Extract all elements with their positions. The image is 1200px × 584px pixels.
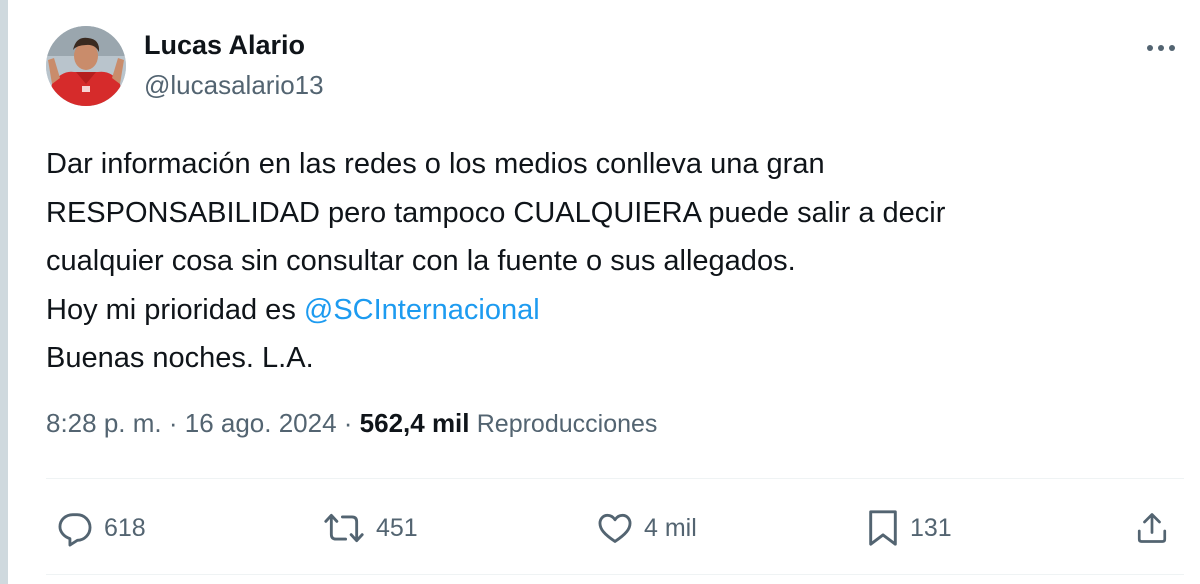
tweet-line: Dar información en las redes o los medio… bbox=[46, 148, 825, 180]
tweet-line: cualquier cosa sin consultar con la fuen… bbox=[46, 245, 796, 277]
mention-link[interactable]: @SCInternacional bbox=[304, 294, 540, 326]
user-handle[interactable]: @lucasalario13 bbox=[144, 70, 324, 101]
meta-separator: · bbox=[336, 408, 360, 438]
tweet-metadata: 8:28 p. m. · 16 ago. 2024 · 562,4 mil Re… bbox=[46, 408, 657, 439]
like-count: 4 mil bbox=[644, 513, 697, 542]
views-label: Reproducciones bbox=[476, 410, 658, 438]
like-button[interactable]: 4 mil bbox=[596, 506, 697, 550]
more-horizontal-icon bbox=[1147, 45, 1175, 51]
bookmark-button[interactable]: 131 bbox=[866, 506, 952, 550]
bookmark-count: 131 bbox=[910, 513, 952, 542]
display-name[interactable]: Lucas Alario bbox=[144, 30, 305, 61]
heart-icon bbox=[598, 513, 632, 543]
bookmark-icon bbox=[869, 510, 897, 546]
tweet-line: RESPONSABILIDAD pero tampoco CUALQUIERA … bbox=[46, 196, 946, 229]
share-icon bbox=[1137, 513, 1167, 543]
reply-button[interactable]: 618 bbox=[56, 506, 146, 550]
left-border bbox=[0, 0, 8, 584]
tweet-text: Dar información en las redes o los medio… bbox=[46, 140, 1156, 383]
repost-icon bbox=[324, 513, 364, 543]
meta-separator: · bbox=[161, 408, 185, 438]
share-button[interactable] bbox=[1134, 506, 1170, 550]
tweet-line: Hoy mi prioridad es @SCInternacional bbox=[46, 286, 1156, 335]
more-options-button[interactable] bbox=[1138, 30, 1184, 66]
divider bbox=[46, 478, 1184, 479]
tweet-line: Buenas noches. L.A. bbox=[46, 342, 314, 374]
repost-button[interactable]: 451 bbox=[322, 506, 418, 550]
reply-icon bbox=[58, 513, 92, 547]
tweet-time[interactable]: 8:28 p. m. bbox=[46, 408, 162, 438]
tweet-card: Lucas Alario @lucasalario13 Dar informac… bbox=[0, 0, 1200, 584]
avatar[interactable] bbox=[46, 26, 126, 106]
divider bbox=[46, 574, 1184, 575]
repost-count: 451 bbox=[376, 513, 418, 542]
reply-count: 618 bbox=[104, 513, 146, 542]
tweet-date[interactable]: 16 ago. 2024 bbox=[185, 408, 337, 438]
views-count: 562,4 mil bbox=[359, 408, 470, 438]
tweet-line-text: Hoy mi prioridad es bbox=[46, 293, 304, 326]
